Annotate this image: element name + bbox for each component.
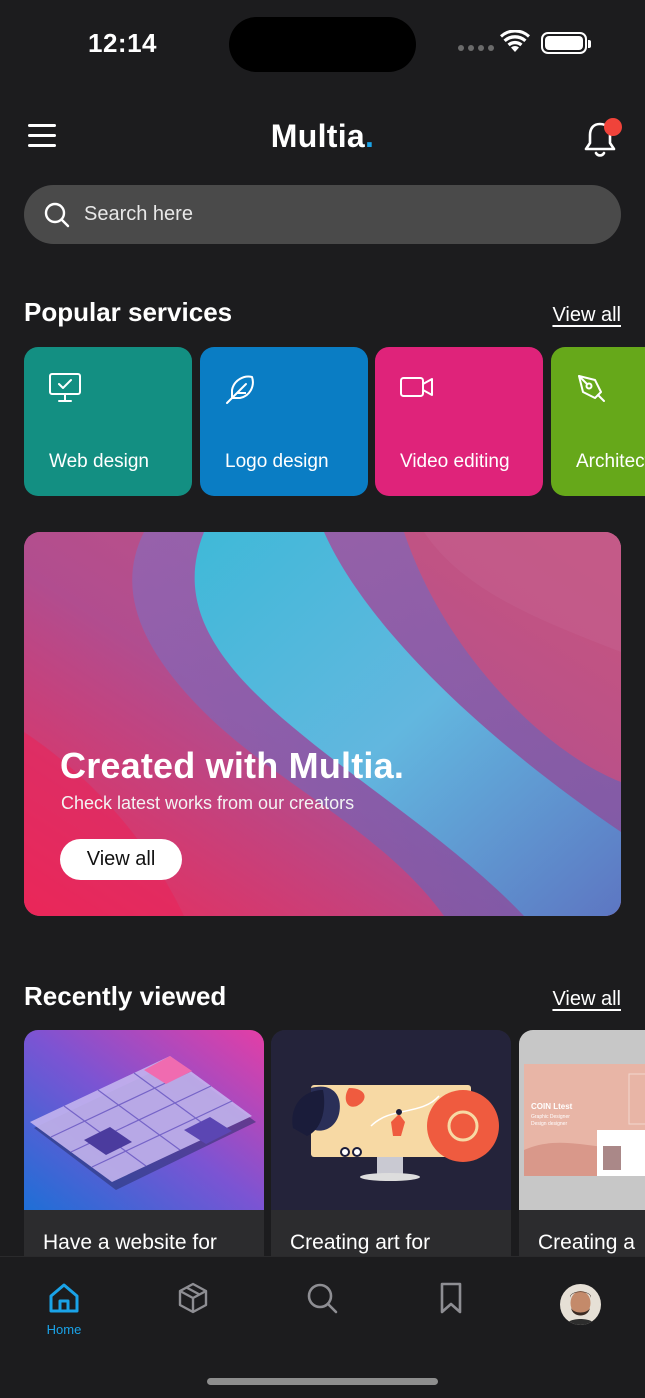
bookmark-icon <box>440 1282 462 1314</box>
recently-viewed-list[interactable]: Have a website for Creating art for COIN… <box>24 1030 645 1256</box>
section-title: Recently viewed <box>24 981 227 1011</box>
app-header: Multia. <box>0 110 645 166</box>
brand-logo: Multia. <box>0 118 645 155</box>
tab-saved[interactable] <box>421 1281 481 1341</box>
status-time: 12:14 <box>88 28 157 58</box>
box-icon <box>178 1282 208 1314</box>
avatar <box>560 1284 601 1325</box>
search-bar[interactable] <box>24 185 621 244</box>
search-icon <box>307 1283 338 1314</box>
featured-banner[interactable]: Created with Multia. Check latest works … <box>24 532 621 916</box>
banner-view-all-button[interactable]: View all <box>60 839 182 880</box>
monitor-check-icon <box>49 373 81 402</box>
service-card-web-design[interactable]: Web design <box>24 347 192 496</box>
brand-dot: . <box>365 118 375 154</box>
thumb-heading: COIN Ltest <box>531 1102 573 1111</box>
service-card-architecture[interactable]: Architecture <box>551 347 645 496</box>
tab-profile-avatar[interactable] <box>560 1284 601 1325</box>
tab-home[interactable]: Home <box>34 1281 94 1341</box>
section-title: Popular services <box>24 297 233 327</box>
thumb-line: Graphic Designer <box>531 1114 570 1120</box>
banner-subtitle: Check latest works from our creators <box>61 793 355 813</box>
recent-card[interactable]: COIN Ltest Graphic Designer Design desig… <box>519 1030 645 1256</box>
popular-services-list[interactable]: Web design Logo design Video editing Arc… <box>24 347 645 496</box>
service-label: Logo design <box>225 451 329 472</box>
pen-tool-icon <box>578 375 605 402</box>
card-thumbnail <box>519 1030 645 1210</box>
thumb-line: Design designer <box>531 1121 568 1127</box>
card-title: Have a website for <box>43 1231 217 1254</box>
home-icon <box>49 1283 79 1313</box>
service-label: Web design <box>49 451 149 472</box>
status-bar: 12:14 <box>0 0 645 90</box>
battery-icon <box>541 32 591 54</box>
popular-view-all-link[interactable]: View all <box>552 304 621 327</box>
recent-card[interactable]: Have a website for <box>24 1030 264 1256</box>
tab-search[interactable] <box>292 1281 352 1341</box>
cellular-signal-icon <box>458 45 494 51</box>
notifications-button[interactable] <box>582 116 622 160</box>
dynamic-island <box>229 17 416 72</box>
video-camera-icon <box>400 377 433 397</box>
service-card-logo-design[interactable]: Logo design <box>200 347 368 496</box>
service-label: Video editing <box>400 451 510 472</box>
home-indicator <box>207 1378 438 1385</box>
card-title: Creating art for <box>290 1231 431 1254</box>
wifi-icon <box>500 30 530 52</box>
card-thumbnail <box>24 1030 264 1210</box>
tab-projects[interactable] <box>163 1281 223 1341</box>
popular-services-header: Popular services View all <box>24 297 621 328</box>
search-icon <box>44 202 70 227</box>
brand-name: Multia <box>270 118 366 154</box>
card-title: Creating a <box>538 1231 635 1254</box>
recent-view-all-link[interactable]: View all <box>552 988 621 1011</box>
recently-viewed-header: Recently viewed View all <box>24 981 621 1012</box>
service-card-video-editing[interactable]: Video editing <box>375 347 543 496</box>
service-label: Architecture <box>576 451 645 472</box>
recent-card[interactable]: Creating art for <box>271 1030 511 1256</box>
tab-label: Home <box>46 1322 82 1337</box>
bottom-tab-bar: Home <box>0 1256 645 1398</box>
notification-badge <box>604 118 622 136</box>
search-input[interactable] <box>84 203 564 226</box>
feather-icon <box>226 375 254 404</box>
card-thumbnail <box>271 1030 511 1210</box>
banner-title: Created with Multia. <box>60 745 405 786</box>
